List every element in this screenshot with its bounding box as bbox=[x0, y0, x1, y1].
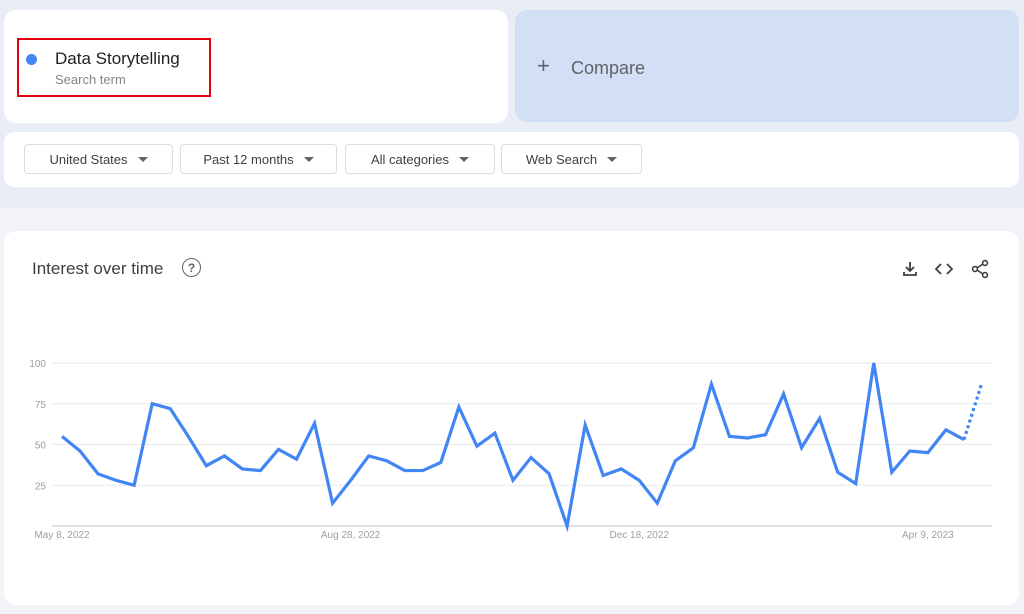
x-tick-label: May 8, 2022 bbox=[34, 530, 89, 541]
data-point[interactable] bbox=[906, 447, 914, 455]
line-chart[interactable]: 25 50 75 100 May 8, 2022 Aug 28, 2022 Dec 18,… bbox=[0, 0, 1024, 614]
data-point[interactable] bbox=[527, 454, 535, 462]
data-point[interactable] bbox=[491, 429, 499, 437]
data-point[interactable] bbox=[509, 476, 517, 484]
data-point[interactable] bbox=[130, 481, 138, 489]
x-tick-label: Apr 9, 2023 bbox=[902, 530, 954, 541]
data-point[interactable] bbox=[365, 452, 373, 460]
data-point[interactable] bbox=[437, 458, 445, 466]
y-tick-label: 50 bbox=[35, 441, 47, 452]
data-point[interactable] bbox=[599, 471, 607, 479]
data-point[interactable] bbox=[383, 457, 391, 465]
y-tick-label: 75 bbox=[35, 400, 47, 411]
data-point[interactable] bbox=[545, 470, 553, 478]
data-point[interactable] bbox=[834, 468, 842, 476]
data-point[interactable] bbox=[635, 476, 643, 484]
data-point[interactable] bbox=[293, 455, 301, 463]
data-point[interactable] bbox=[725, 432, 733, 440]
data-point[interactable] bbox=[184, 432, 192, 440]
data-point[interactable] bbox=[671, 457, 679, 465]
data-point[interactable] bbox=[743, 434, 751, 442]
x-tick-label: Aug 28, 2022 bbox=[321, 530, 381, 541]
series-line-partial-data[interactable] bbox=[962, 382, 984, 441]
data-point[interactable] bbox=[816, 414, 824, 422]
data-point[interactable] bbox=[762, 431, 770, 439]
data-point[interactable] bbox=[617, 465, 625, 473]
data-point[interactable] bbox=[942, 426, 950, 434]
y-axis-labels: 25 50 75 100 bbox=[29, 359, 46, 492]
data-point[interactable] bbox=[581, 421, 589, 429]
data-point[interactable] bbox=[311, 419, 319, 427]
data-point[interactable] bbox=[455, 403, 463, 411]
data-point[interactable] bbox=[238, 465, 246, 473]
data-point[interactable] bbox=[256, 467, 264, 475]
data-point[interactable] bbox=[852, 480, 860, 488]
data-point[interactable] bbox=[76, 447, 84, 455]
data-point[interactable] bbox=[148, 400, 156, 408]
data-point[interactable] bbox=[888, 468, 896, 476]
data-point[interactable] bbox=[978, 379, 986, 387]
data-point[interactable] bbox=[401, 467, 409, 475]
data-point[interactable] bbox=[58, 432, 66, 440]
data-point[interactable] bbox=[780, 390, 788, 398]
data-point[interactable] bbox=[274, 445, 282, 453]
data-point[interactable] bbox=[960, 436, 968, 444]
data-point[interactable] bbox=[329, 499, 337, 507]
data-point[interactable] bbox=[689, 444, 697, 452]
y-tick-label: 25 bbox=[35, 481, 47, 492]
data-point[interactable] bbox=[798, 444, 806, 452]
data-point[interactable] bbox=[870, 359, 878, 367]
data-point[interactable] bbox=[707, 380, 715, 388]
data-point[interactable] bbox=[112, 476, 120, 484]
data-point[interactable] bbox=[653, 499, 661, 507]
data-point[interactable] bbox=[473, 442, 481, 450]
x-tick-label: Dec 18, 2022 bbox=[610, 530, 670, 541]
data-point[interactable] bbox=[563, 522, 571, 530]
data-point[interactable] bbox=[166, 405, 174, 413]
data-point[interactable] bbox=[220, 452, 228, 460]
data-point[interactable] bbox=[347, 476, 355, 484]
data-point[interactable] bbox=[924, 449, 932, 457]
y-tick-label: 100 bbox=[29, 359, 46, 370]
data-point[interactable] bbox=[202, 462, 210, 470]
x-axis-labels: May 8, 2022 Aug 28, 2022 Dec 18, 2022 Apr 9… bbox=[34, 530, 954, 541]
data-point[interactable] bbox=[419, 467, 427, 475]
data-point[interactable] bbox=[94, 470, 102, 478]
